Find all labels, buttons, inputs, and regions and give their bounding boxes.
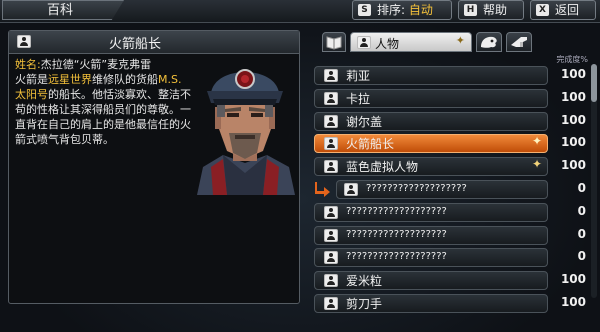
list-scrollbar-thumb[interactable] xyxy=(591,64,597,102)
bio-line: 直背在自己的肩上的是他最信任的火 xyxy=(15,118,191,131)
codex-screen: { "header": { "title": "百科", "sort_key":… xyxy=(0,0,600,332)
entry-percent: 0 xyxy=(577,203,586,218)
sparkle-icon: ✦ xyxy=(531,157,542,172)
sparkle-icon: ✦ xyxy=(455,34,465,47)
detail-panel: 火箭船长 姓名:杰拉德“火箭”麦克弗雷 火箭是远星世界维修队的货船M.S. 太阳… xyxy=(8,30,300,304)
sort-value: 自动 xyxy=(408,3,433,17)
person-icon xyxy=(324,114,338,128)
list-item-kara[interactable]: 卡拉 100 xyxy=(312,87,588,110)
help-label: 帮助 xyxy=(483,3,508,17)
entry-name: 莉亚 xyxy=(346,69,371,83)
name-value: 杰拉德“火箭”麦克弗雷 xyxy=(40,58,152,71)
character-list: 莉亚 100 卡拉 100 谢尔盖 100 火箭船长 ✦ 100 蓝色虚拟人物 … xyxy=(312,64,588,315)
person-icon xyxy=(324,274,338,288)
person-icon xyxy=(344,182,358,196)
back-key-icon: X xyxy=(536,4,549,16)
entry-percent: 100 xyxy=(560,294,586,309)
back-label: 返回 xyxy=(555,3,580,17)
detail-header: 火箭船长 xyxy=(9,31,299,54)
entry-percent: 100 xyxy=(560,67,586,81)
list-item-unknown[interactable]: ??????????????????? 0 xyxy=(312,201,588,224)
book-icon xyxy=(326,36,342,50)
entry-percent: 0 xyxy=(577,226,586,241)
list-item-unknown[interactable]: ??????????????????? 0 xyxy=(312,224,588,247)
name-label: 姓名: xyxy=(15,58,41,71)
bio-highlight: 远星世界 xyxy=(48,73,92,86)
sort-key-icon: S xyxy=(358,4,371,16)
sort-button[interactable]: S 排序: 自动 xyxy=(352,0,452,20)
help-key-icon: H xyxy=(464,4,477,16)
entry-percent: 100 xyxy=(560,135,586,150)
tab-items[interactable] xyxy=(506,32,532,52)
list-item-emily[interactable]: 爱米粒 100 xyxy=(312,269,588,292)
detail-title: 火箭船长 xyxy=(109,37,162,52)
person-icon xyxy=(324,137,338,151)
entry-percent: 100 xyxy=(560,112,586,127)
entry-name: ??????????????????? xyxy=(346,228,447,240)
entry-name: 剪刀手 xyxy=(346,296,383,311)
sort-label: 排序: xyxy=(377,3,406,17)
list-item-unknown[interactable]: ??????????????????? 0 xyxy=(312,178,588,201)
person-icon xyxy=(324,251,338,265)
category-tabs: 人物 ✦ xyxy=(312,30,600,52)
person-icon xyxy=(357,36,371,49)
person-icon xyxy=(324,160,338,174)
bio-line: 苟的性格让其深得船员们的尊敬。一 xyxy=(15,103,191,116)
bio-text-fragment: 火箭是 xyxy=(15,73,48,86)
person-icon xyxy=(324,205,338,219)
list-item-blue-avatar[interactable]: 蓝色虚拟人物 ✦ 100 xyxy=(312,155,588,178)
person-icon xyxy=(17,35,31,48)
bio-line: 箭式喷气背包贝蒂。 xyxy=(15,133,114,146)
list-item-lea[interactable]: 莉亚 100 xyxy=(312,64,588,87)
entry-percent: 0 xyxy=(577,249,586,264)
bio-highlight: 太阳号 xyxy=(15,88,48,101)
list-item-scissorhands[interactable]: 剪刀手 100 xyxy=(312,292,588,315)
tab-book[interactable] xyxy=(322,32,346,52)
help-button[interactable]: H 帮助 xyxy=(458,0,524,20)
person-icon xyxy=(324,228,338,242)
tab-characters[interactable]: 人物 ✦ xyxy=(350,32,472,52)
entry-name: 蓝色虚拟人物 xyxy=(346,160,419,175)
sub-entry-arrow-icon xyxy=(315,181,330,197)
page-title: 百科 xyxy=(2,0,124,20)
back-button[interactable]: X 返回 xyxy=(530,0,596,20)
entry-name: ??????????????????? xyxy=(346,205,447,217)
entry-percent: 0 xyxy=(577,180,586,195)
bio-text: 姓名:杰拉德“火箭”麦克弗雷 火箭是远星世界维修队的货船M.S. 太阳号的船长。… xyxy=(15,57,203,147)
person-icon xyxy=(324,91,338,105)
list-item-unknown[interactable]: ??????????????????? 0 xyxy=(312,246,588,269)
tab-creatures[interactable] xyxy=(476,32,502,52)
bio-text-fragment: 的船长。他恬淡寡欢、整洁不 xyxy=(48,88,191,101)
entry-name: 谢尔盖 xyxy=(346,114,383,129)
person-icon xyxy=(324,69,338,82)
creature-icon xyxy=(481,36,497,48)
entry-name: 爱米粒 xyxy=(346,274,383,289)
sparkle-icon: ✦ xyxy=(531,134,542,149)
tab-characters-label: 人物 xyxy=(375,37,400,51)
list-item-sergei[interactable]: 谢尔盖 100 xyxy=(312,110,588,133)
person-icon xyxy=(324,296,338,310)
entry-name: ??????????????????? xyxy=(346,251,447,263)
entry-name: 火箭船长 xyxy=(346,137,395,152)
top-bar: 百科 S 排序: 自动 H 帮助 X 返回 xyxy=(0,0,600,23)
entry-percent: 100 xyxy=(560,89,586,104)
list-item-rocket-captain[interactable]: 火箭船长 ✦ 100 xyxy=(312,132,588,155)
bio-highlight: M.S. xyxy=(158,73,182,86)
gun-icon xyxy=(511,37,527,47)
entry-percent: 100 xyxy=(560,272,586,287)
captain-portrait xyxy=(197,69,295,195)
entry-name: ??????????????????? xyxy=(366,182,467,194)
bio-text-fragment: 维修队的货船 xyxy=(92,73,158,86)
entry-name: 卡拉 xyxy=(346,91,371,106)
entry-percent: 100 xyxy=(560,158,586,173)
